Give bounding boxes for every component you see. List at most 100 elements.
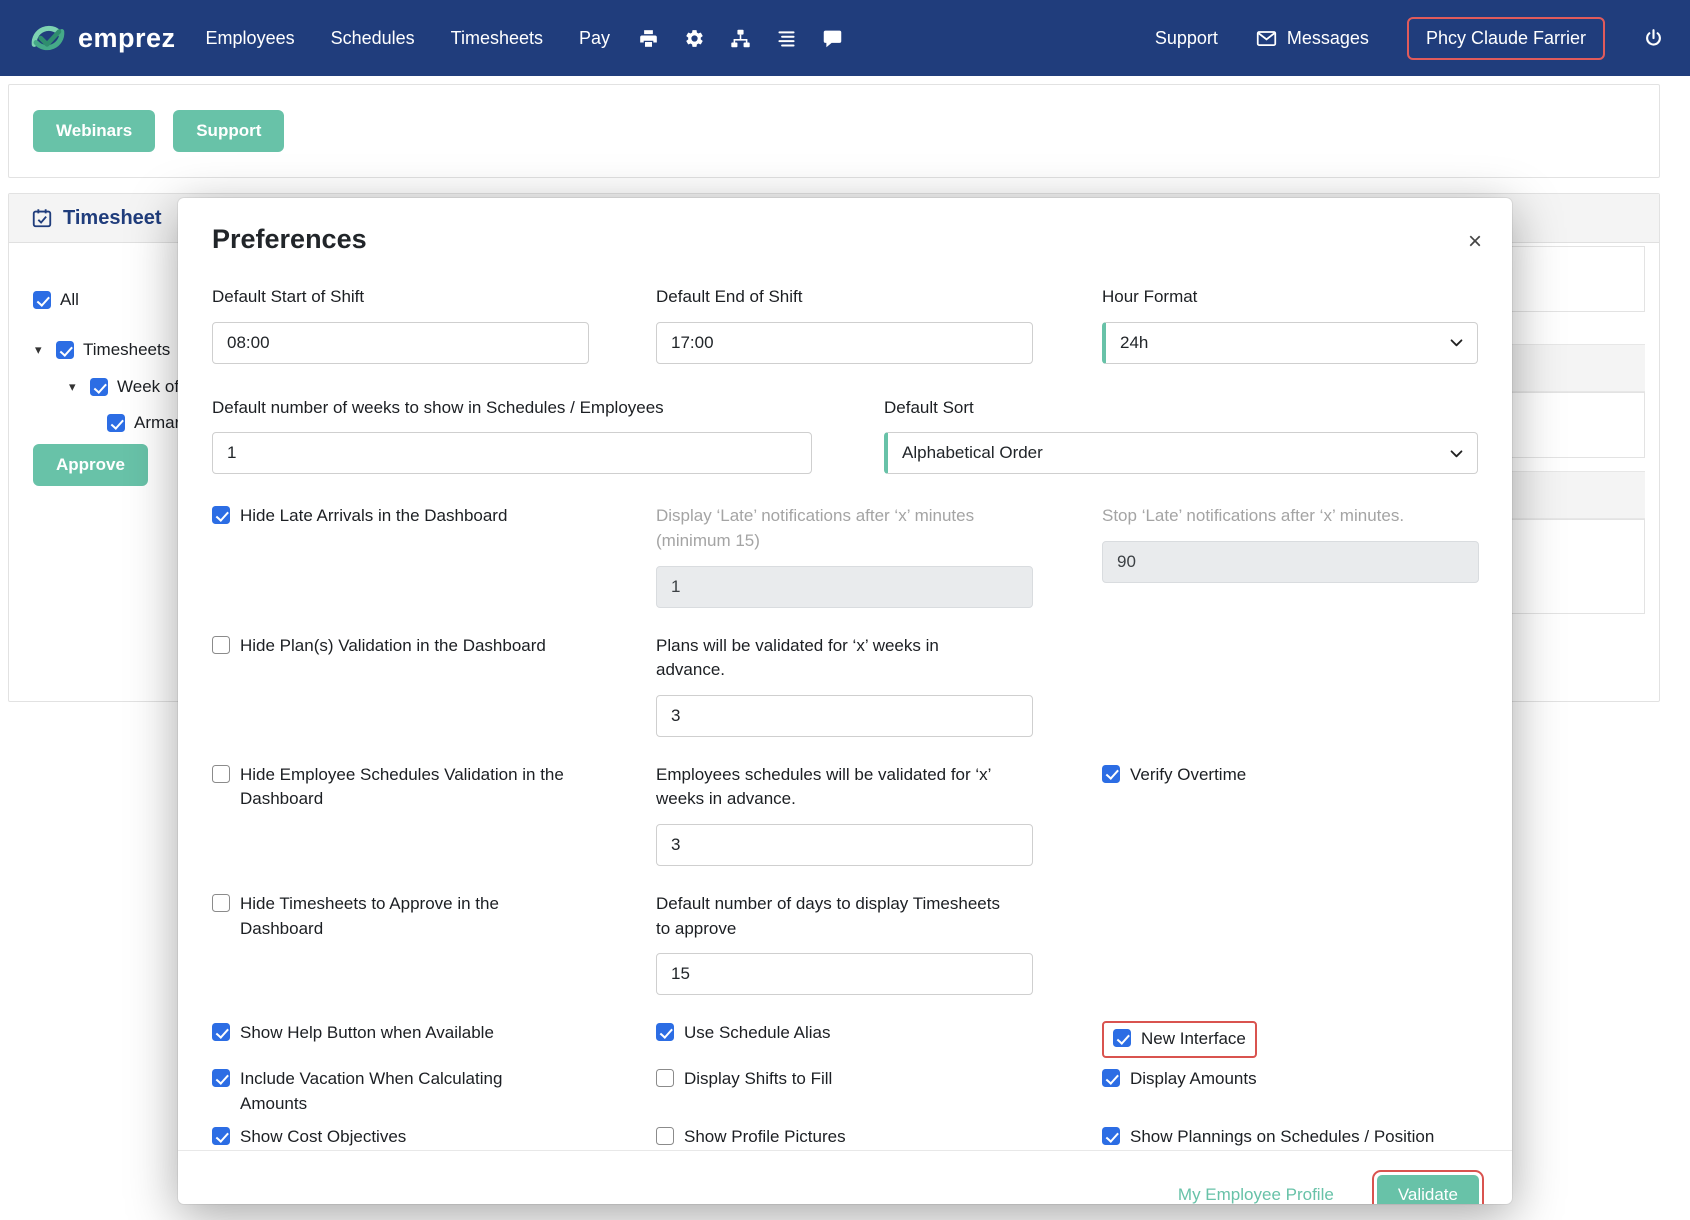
- hide-late-checkbox[interactable]: Hide Late Arrivals in the Dashboard: [212, 504, 656, 607]
- checkbox[interactable]: [212, 1069, 230, 1088]
- plans-weeks-label: Plans will be validated for ‘x’ weeks in…: [656, 635, 939, 680]
- brand-logo[interactable]: emprez: [26, 16, 176, 60]
- timesheet-days-label: Default number of days to display Timesh…: [656, 894, 1000, 938]
- hour-format-select[interactable]: 24h: [1102, 321, 1478, 364]
- checkbox-label: Display Amounts: [1130, 1069, 1257, 1089]
- brand-name: emprez: [78, 22, 176, 53]
- start-shift-label: Default Start of Shift: [212, 287, 365, 306]
- tree-item-week[interactable]: ▾ Week of: [69, 377, 179, 397]
- caret-down-icon[interactable]: ▾: [69, 379, 81, 395]
- checkbox[interactable]: [212, 1023, 230, 1042]
- checkbox-label: Use Schedule Alias: [684, 1023, 831, 1043]
- validate-button[interactable]: Validate: [1376, 1174, 1479, 1204]
- cost-objectives-checkbox[interactable]: Show Cost Objectives: [212, 1125, 656, 1150]
- preferences-modal: Preferences × Default Start of Shift Def…: [178, 198, 1512, 1204]
- tree-label: Week of: [117, 377, 180, 396]
- emp-sched-weeks-label: Employees schedules will be validated fo…: [656, 764, 991, 809]
- select-value: Alphabetical Order: [902, 443, 1043, 463]
- tree-item-employee[interactable]: Armar: [107, 413, 180, 433]
- checkbox[interactable]: [56, 341, 74, 359]
- screen: emprez Employees Schedules Timesheets Pa…: [0, 0, 1690, 1220]
- checkbox[interactable]: [212, 506, 230, 525]
- modal-title: Preferences: [212, 224, 367, 254]
- list-icon[interactable]: [776, 28, 797, 49]
- filter-all-label: All: [60, 290, 79, 309]
- my-employee-profile-link[interactable]: My Employee Profile: [1178, 1185, 1334, 1204]
- shifts-to-fill-checkbox[interactable]: Display Shifts to Fill: [656, 1067, 1102, 1116]
- printer-icon[interactable]: [638, 28, 659, 49]
- checkbox-label: Hide Timesheets to Approve in the Dashbo…: [240, 894, 499, 938]
- display-amounts-checkbox[interactable]: Display Amounts: [1102, 1067, 1478, 1116]
- hide-timesheets-checkbox[interactable]: Hide Timesheets to Approve in the Dashbo…: [212, 892, 656, 995]
- nav-timesheets[interactable]: Timesheets: [451, 28, 543, 49]
- checkbox[interactable]: [212, 764, 230, 783]
- emp-sched-weeks-input[interactable]: [656, 824, 1033, 867]
- sitemap-icon[interactable]: [730, 28, 751, 49]
- hour-format-label: Hour Format: [1102, 287, 1198, 306]
- main-nav: Employees Schedules Timesheets Pay: [206, 28, 611, 49]
- checkbox[interactable]: [656, 1023, 674, 1042]
- checkbox[interactable]: [107, 414, 125, 432]
- checkbox[interactable]: [1113, 1029, 1131, 1048]
- nav-schedules[interactable]: Schedules: [331, 28, 415, 49]
- checkbox[interactable]: [90, 378, 108, 396]
- checkbox[interactable]: [33, 291, 51, 309]
- hide-plans-checkbox[interactable]: Hide Plan(s) Validation in the Dashboard: [212, 634, 656, 737]
- default-sort-select[interactable]: Alphabetical Order: [884, 432, 1478, 475]
- filter-all-checkbox[interactable]: All: [33, 290, 79, 310]
- timesheet-days-input[interactable]: [656, 953, 1033, 996]
- checkbox-label: Show Plannings on Schedules / Position: [1130, 1127, 1435, 1147]
- checkbox-label: New Interface: [1141, 1029, 1246, 1049]
- end-shift-label: Default End of Shift: [656, 287, 803, 306]
- schedule-alias-checkbox[interactable]: Use Schedule Alias: [656, 1021, 1102, 1058]
- weeks-show-label: Default number of weeks to show in Sched…: [212, 397, 664, 417]
- weeks-show-input[interactable]: [212, 432, 812, 475]
- show-plannings-checkbox[interactable]: Show Plannings on Schedules / Position: [1102, 1125, 1478, 1150]
- nav-employees[interactable]: Employees: [206, 28, 295, 49]
- nav-messages[interactable]: Messages: [1256, 28, 1369, 49]
- tree-label: Timesheets: [83, 340, 171, 359]
- checkbox[interactable]: [212, 635, 230, 654]
- quick-links-card: Webinars Support: [8, 84, 1660, 178]
- checkbox-label: Include Vacation When Calculating Amount…: [240, 1069, 503, 1113]
- modal-footer: My Employee Profile Validate: [178, 1149, 1512, 1204]
- power-icon[interactable]: [1643, 28, 1664, 49]
- checkbox[interactable]: [212, 894, 230, 913]
- checkbox[interactable]: [1102, 1069, 1120, 1088]
- include-vacation-checkbox[interactable]: Include Vacation When Calculating Amount…: [212, 1067, 656, 1116]
- close-icon[interactable]: ×: [1468, 230, 1482, 254]
- envelope-icon: [1256, 30, 1277, 46]
- nav-pay[interactable]: Pay: [579, 28, 610, 49]
- checkbox[interactable]: [656, 1127, 674, 1146]
- show-help-checkbox[interactable]: Show Help Button when Available: [212, 1021, 656, 1058]
- hide-employee-schedules-checkbox[interactable]: Hide Employee Schedules Validation in th…: [212, 763, 656, 866]
- end-shift-input[interactable]: [656, 321, 1033, 364]
- checkbox-label: Display Shifts to Fill: [684, 1069, 833, 1089]
- calendar-icon: [32, 209, 52, 228]
- webinars-button[interactable]: Webinars: [33, 110, 156, 152]
- tree-item-timesheets[interactable]: ▾ Timesheets: [35, 340, 170, 360]
- support-button[interactable]: Support: [173, 110, 285, 152]
- top-navbar: emprez Employees Schedules Timesheets Pa…: [0, 0, 1690, 76]
- new-interface-checkbox[interactable]: New Interface: [1102, 1021, 1257, 1059]
- checkbox[interactable]: [1102, 764, 1120, 783]
- checkbox[interactable]: [656, 1069, 674, 1088]
- cogs-icon[interactable]: [684, 28, 705, 49]
- start-shift-input[interactable]: [212, 321, 589, 364]
- late-after-input: [656, 565, 1033, 608]
- checkbox[interactable]: [1102, 1127, 1120, 1146]
- late-stop-input: [1102, 540, 1479, 583]
- chat-icon[interactable]: [822, 28, 843, 49]
- user-menu[interactable]: Phcy Claude Farrier: [1406, 16, 1605, 60]
- verify-overtime-checkbox[interactable]: Verify Overtime: [1102, 763, 1478, 866]
- plans-weeks-input[interactable]: [656, 694, 1033, 737]
- checkbox-label: Verify Overtime: [1130, 764, 1247, 784]
- nav-support[interactable]: Support: [1155, 28, 1218, 49]
- checkbox[interactable]: [212, 1127, 230, 1146]
- profile-pictures-checkbox[interactable]: Show Profile Pictures: [656, 1125, 1102, 1150]
- tree-label: Armar: [134, 413, 181, 432]
- caret-down-icon[interactable]: ▾: [35, 342, 47, 358]
- chevron-down-icon: [1450, 450, 1463, 458]
- approve-button[interactable]: Approve: [33, 444, 148, 486]
- chevron-down-icon: [1450, 339, 1463, 347]
